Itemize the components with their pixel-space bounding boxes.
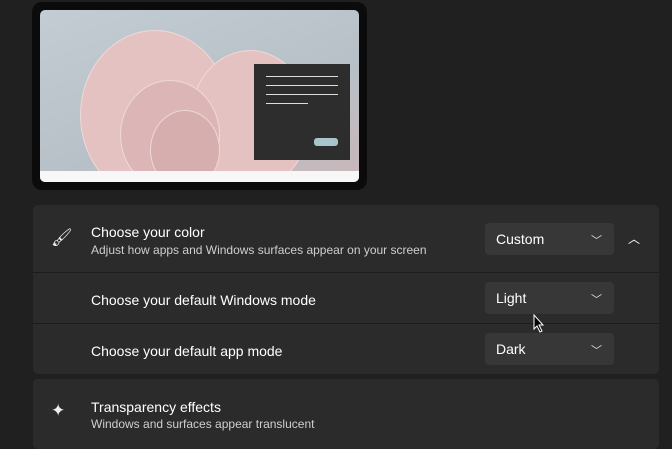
- app-mode-dropdown[interactable]: Dark ﹀: [485, 333, 614, 365]
- choose-color-card: 🖌︎ Choose your color Adjust how apps and…: [33, 205, 659, 374]
- app-mode-title: Choose your default app mode: [91, 343, 283, 359]
- theme-preview: [32, 2, 367, 190]
- choose-color-row[interactable]: 🖌︎ Choose your color Adjust how apps and…: [33, 205, 659, 272]
- chevron-down-icon: ﹀: [591, 294, 602, 306]
- dropdown-value: Light: [496, 290, 527, 306]
- chevron-down-icon: ﹀: [591, 235, 602, 247]
- transparency-title: Transparency effects: [91, 399, 221, 415]
- paintbrush-icon: 🖌︎: [51, 228, 73, 247]
- dropdown-value: Custom: [496, 231, 545, 247]
- transparency-subtitle: Windows and surfaces appear translucent: [91, 417, 315, 431]
- choose-color-title: Choose your color: [91, 224, 205, 240]
- transparency-card[interactable]: ✦ Transparency effects Windows and surfa…: [33, 379, 659, 449]
- windows-mode-dropdown[interactable]: Light ﹀: [485, 282, 614, 314]
- choose-color-subtitle: Adjust how apps and Windows surfaces app…: [91, 243, 427, 257]
- app-mode-row: Choose your default app mode Dark ﹀: [33, 323, 659, 374]
- color-mode-dropdown[interactable]: Custom ﹀: [485, 223, 614, 255]
- dropdown-value: Dark: [496, 341, 526, 357]
- window-preview: [254, 64, 350, 160]
- windows-mode-row: Choose your default Windows mode Light ﹀: [33, 272, 659, 323]
- chevron-down-icon: ﹀: [591, 345, 602, 357]
- mouse-cursor: [533, 314, 545, 333]
- windows-mode-title: Choose your default Windows mode: [91, 292, 316, 308]
- taskbar-preview: [40, 171, 359, 182]
- wallpaper-preview: [40, 10, 359, 182]
- transparency-icon: ✦: [51, 401, 66, 420]
- chevron-up-icon[interactable]: ︿: [628, 230, 640, 247]
